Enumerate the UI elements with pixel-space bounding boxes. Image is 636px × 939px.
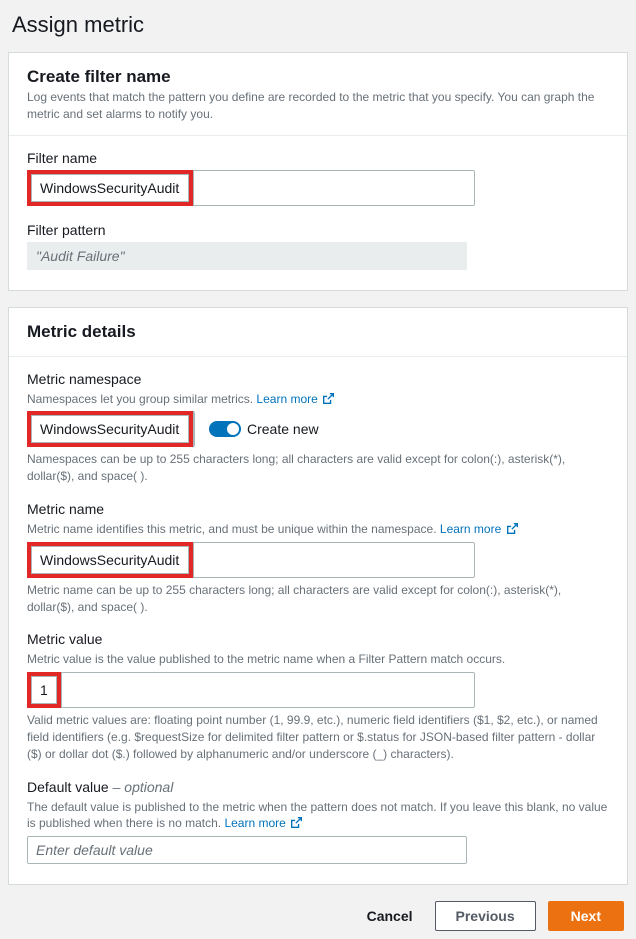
create-new-toggle-wrap: Create new [209, 421, 319, 437]
cancel-button[interactable]: Cancel [357, 902, 423, 930]
metric-name-field: Metric name Metric name identifies this … [27, 501, 609, 615]
highlight-box [27, 542, 193, 578]
panel-header: Metric details [9, 308, 627, 357]
page-title: Assign metric [12, 12, 628, 38]
panel-header: Create filter name Log events that match… [9, 53, 627, 136]
metric-value-label: Metric value [27, 631, 609, 647]
create-new-label: Create new [247, 421, 319, 437]
metric-value-field: Metric value Metric value is the value p… [27, 631, 609, 762]
metric-value-input-extra[interactable] [61, 672, 475, 708]
external-link-icon [507, 523, 518, 534]
metric-value-input[interactable] [31, 676, 57, 704]
metric-name-label: Metric name [27, 501, 609, 517]
toggle-knob [227, 423, 239, 435]
metric-name-input[interactable] [31, 546, 189, 574]
highlight-box [27, 170, 193, 206]
filter-name-label: Filter name [27, 150, 609, 166]
default-value-field: Default value – optional The default val… [27, 779, 609, 865]
optional-tag: – optional [113, 779, 174, 795]
learn-more-link[interactable]: Learn more [440, 522, 518, 536]
default-value-input[interactable] [27, 836, 467, 864]
default-value-help-top: The default value is published to the me… [27, 799, 609, 833]
create-filter-panel: Create filter name Log events that match… [8, 52, 628, 291]
next-button[interactable]: Next [548, 901, 624, 931]
metric-value-help-below: Valid metric values are: floating point … [27, 712, 609, 762]
panel-title: Create filter name [27, 67, 609, 87]
metric-namespace-field: Metric namespace Namespaces let you grou… [27, 371, 609, 485]
filter-pattern-field: Filter pattern "Audit Failure" [27, 222, 609, 270]
create-new-toggle[interactable] [209, 421, 241, 437]
filter-name-field: Filter name [27, 150, 609, 206]
highlight-box [27, 672, 61, 708]
external-link-icon [291, 817, 302, 828]
panel-subtitle: Log events that match the pattern you de… [27, 89, 609, 123]
filter-pattern-label: Filter pattern [27, 222, 609, 238]
external-link-icon [323, 393, 334, 404]
metric-name-input-extra[interactable] [193, 542, 475, 578]
learn-more-link[interactable]: Learn more [224, 816, 302, 830]
namespace-help-below: Namespaces can be up to 255 characters l… [27, 451, 609, 485]
metric-namespace-input-extra[interactable] [193, 411, 195, 447]
default-value-label: Default value – optional [27, 779, 609, 795]
filter-pattern-readonly: "Audit Failure" [27, 242, 467, 270]
metric-namespace-input[interactable] [31, 415, 189, 443]
metric-name-help-below: Metric name can be up to 255 characters … [27, 582, 609, 616]
metric-details-panel: Metric details Metric namespace Namespac… [8, 307, 628, 886]
metric-namespace-label: Metric namespace [27, 371, 609, 387]
filter-name-input[interactable] [31, 174, 189, 202]
filter-name-input-extra[interactable] [193, 170, 475, 206]
highlight-box [27, 411, 193, 447]
button-row: Cancel Previous Next [8, 901, 628, 931]
metric-value-help-top: Metric value is the value published to t… [27, 651, 609, 668]
learn-more-link[interactable]: Learn more [256, 392, 334, 406]
previous-button[interactable]: Previous [435, 901, 536, 931]
namespace-help-top: Namespaces let you group similar metrics… [27, 391, 609, 408]
metric-name-help-top: Metric name identifies this metric, and … [27, 521, 609, 538]
panel-title: Metric details [27, 322, 609, 342]
